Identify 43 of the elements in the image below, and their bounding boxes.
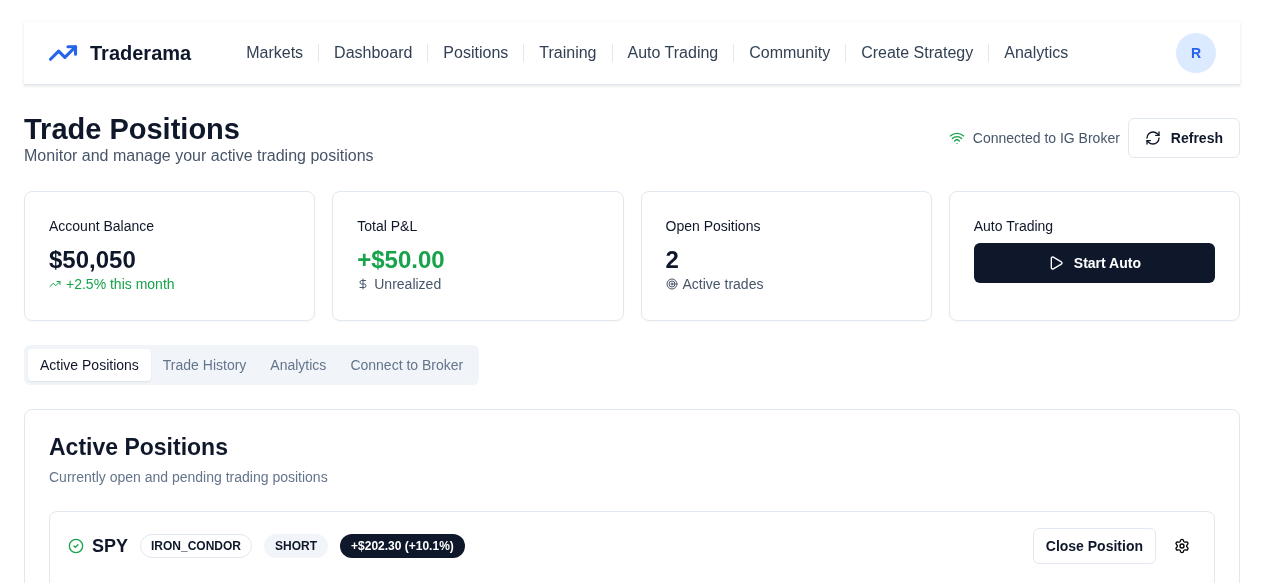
nav-link[interactable]: Training — [523, 44, 612, 62]
check-circle-icon — [68, 538, 84, 554]
stat-label: Auto Trading — [973, 218, 1055, 234]
refresh-button[interactable]: Refresh — [1127, 118, 1240, 158]
tab[interactable]: Trade History — [150, 349, 259, 381]
stat-label: Open Positions — [665, 218, 762, 234]
stat-value: +$50.00 — [357, 246, 446, 274]
nav-link[interactable]: Community — [733, 44, 846, 62]
nav-link[interactable]: Markets — [231, 44, 319, 62]
side-tag: SHORT — [264, 534, 329, 558]
stat-note: Active trades — [682, 276, 764, 292]
settings-icon[interactable] — [1174, 538, 1190, 554]
position-symbol: SPY — [92, 535, 129, 557]
page-subtitle: Monitor and manage your active trading positions — [24, 147, 374, 165]
trend-up-icon — [49, 278, 61, 290]
nav-link[interactable]: Positions — [427, 44, 524, 62]
nav-link[interactable]: Analytics — [988, 44, 1084, 62]
target-icon — [665, 278, 678, 290]
user-avatar[interactable]: R — [1176, 33, 1216, 73]
nav-link[interactable]: Create Strategy — [845, 44, 989, 62]
page-title: Trade Positions — [24, 112, 241, 147]
stat-note: +2.5% this month — [66, 276, 175, 292]
stat-note: Unrealized — [374, 276, 442, 292]
stat-value: 2 — [665, 246, 680, 274]
dollar-icon — [357, 278, 370, 290]
start-auto-button[interactable]: Start Auto — [973, 243, 1215, 283]
panel-title: Active Positions — [49, 434, 229, 461]
wifi-icon — [948, 130, 965, 146]
pnl-tag: +$202.30 (+10.1%) — [340, 534, 465, 558]
brand-name: Traderama — [90, 41, 192, 65]
tab[interactable]: Active Positions — [28, 349, 151, 381]
nav-link[interactable]: Auto Trading — [611, 44, 734, 62]
strategy-tag: IRON_CONDOR — [140, 534, 253, 558]
panel-subtitle: Currently open and pending trading positions — [49, 469, 329, 485]
tab[interactable]: Analytics — [258, 349, 339, 381]
connection-status: Connected to IG Broker — [972, 130, 1120, 146]
tab[interactable]: Connect to Broker — [338, 349, 476, 381]
stat-value: $50,050 — [49, 246, 137, 274]
close-position-button[interactable]: Close Position — [1032, 528, 1156, 564]
refresh-icon — [1144, 130, 1161, 146]
stat-label: Total P&L — [357, 218, 419, 234]
nav-link[interactable]: Dashboard — [318, 44, 428, 62]
stat-label: Account Balance — [49, 218, 156, 234]
